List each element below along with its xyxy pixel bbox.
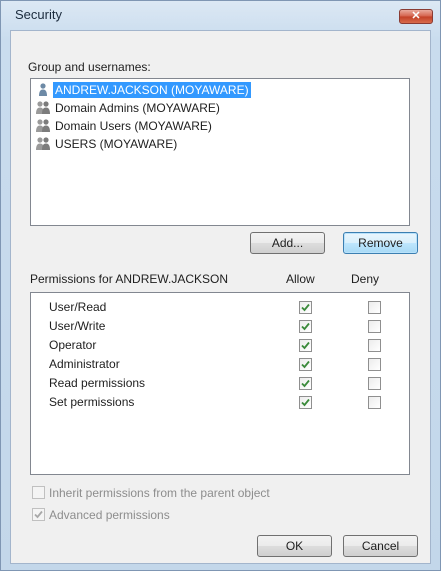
cancel-button[interactable]: Cancel [343, 535, 418, 557]
permissions-list: User/Read User/Write Operator Administrator… [30, 292, 410, 475]
permission-row: Administrator [41, 356, 421, 374]
list-item-label: ANDREW.JACKSON (MOYAWARE) [53, 82, 251, 98]
close-icon: ✕ [411, 10, 421, 22]
list-item-label: Domain Admins (MOYAWARE) [55, 101, 220, 115]
allow-checkbox[interactable] [299, 377, 312, 390]
deny-column-header: Deny [351, 272, 380, 286]
inherit-permissions-checkbox[interactable] [32, 486, 45, 499]
group-icon [35, 100, 51, 116]
window-title: Security [15, 7, 62, 22]
allow-checkbox[interactable] [299, 320, 312, 333]
close-button[interactable]: ✕ [399, 9, 433, 24]
permission-name: User/Write [49, 319, 106, 333]
deny-checkbox[interactable] [368, 301, 381, 314]
list-item[interactable]: Domain Users (MOYAWARE) [35, 117, 214, 135]
list-item[interactable]: ANDREW.JACKSON (MOYAWARE) [35, 81, 251, 99]
remove-button[interactable]: Remove [343, 232, 418, 254]
permissions-header-label: Permissions for ANDREW.JACKSON [30, 272, 229, 286]
deny-checkbox[interactable] [368, 320, 381, 333]
permission-name: User/Read [49, 300, 107, 314]
list-item-label: USERS (MOYAWARE) [55, 137, 178, 151]
advanced-permissions-checkbox[interactable] [32, 508, 45, 521]
allow-checkbox[interactable] [299, 339, 312, 352]
allow-column-header: Allow [286, 272, 315, 286]
deny-checkbox[interactable] [368, 358, 381, 371]
group-user-list[interactable]: ANDREW.JACKSON (MOYAWARE) Domain Admins (… [30, 78, 410, 226]
permission-name: Read permissions [49, 376, 146, 390]
permission-row: Set permissions [41, 394, 421, 412]
allow-checkbox[interactable] [299, 301, 312, 314]
group-icon [35, 118, 51, 134]
list-item[interactable]: USERS (MOYAWARE) [35, 135, 179, 153]
dialog-body: Group and usernames: ANDREW.JACKSON (MOY… [10, 30, 431, 564]
permission-row: Operator [41, 337, 421, 355]
add-button[interactable]: Add... [250, 232, 325, 254]
ok-button[interactable]: OK [257, 535, 332, 557]
advanced-permissions-label: Advanced permissions [49, 508, 170, 522]
list-item[interactable]: Domain Admins (MOYAWARE) [35, 99, 222, 117]
deny-checkbox[interactable] [368, 339, 381, 352]
deny-checkbox[interactable] [368, 396, 381, 409]
permission-row: User/Write [41, 318, 421, 336]
group-icon [35, 136, 51, 152]
deny-checkbox[interactable] [368, 377, 381, 390]
security-dialog: Security ✕ Group and usernames: ANDREW.J… [0, 0, 441, 571]
permission-name: Administrator [49, 357, 120, 371]
allow-checkbox[interactable] [299, 358, 312, 371]
permission-row: User/Read [41, 299, 421, 317]
title-bar[interactable]: Security ✕ [1, 1, 440, 29]
permission-name: Operator [49, 338, 97, 352]
inherit-permissions-label: Inherit permissions from the parent obje… [49, 486, 270, 500]
list-item-label: Domain Users (MOYAWARE) [55, 119, 212, 133]
permission-name: Set permissions [49, 395, 135, 409]
permission-row: Read permissions [41, 375, 421, 393]
user-icon [35, 82, 51, 98]
allow-checkbox[interactable] [299, 396, 312, 409]
group-usernames-label: Group and usernames: [28, 60, 151, 74]
